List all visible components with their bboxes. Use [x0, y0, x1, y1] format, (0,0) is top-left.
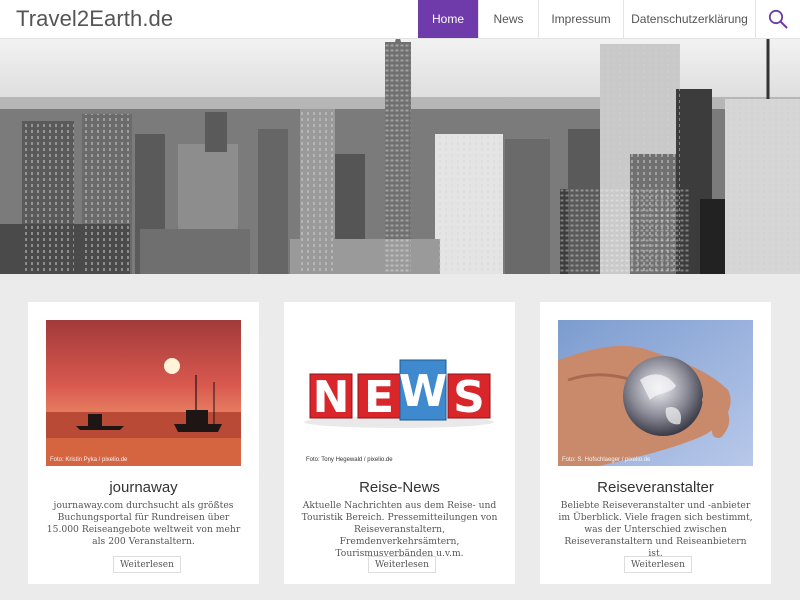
card-text: Beliebte Reiseveranstalter und -anbieter… — [558, 500, 753, 559]
card-image[interactable]: Foto: S. Hofschlaeger / pixelio.de — [558, 320, 753, 466]
card-text: journaway.com durchsucht als größtes Buc… — [46, 500, 241, 547]
nav-item-impressum[interactable]: Impressum — [538, 0, 623, 38]
card-reiseveranstalter: Foto: S. Hofschlaeger / pixelio.de Reise… — [540, 302, 771, 584]
glass-globe-hand-image — [558, 320, 753, 466]
image-credit: Foto: S. Hofschlaeger / pixelio.de — [562, 457, 651, 463]
card-text: Aktuelle Nachrichten aus dem Reise- und … — [301, 500, 498, 559]
site-title[interactable]: Travel2Earth.de — [16, 6, 173, 32]
search-icon — [768, 9, 788, 29]
sunset-sea-image — [46, 320, 241, 466]
card-image[interactable]: N E W S Foto: Tony Hegewald / pixelio.de — [302, 320, 497, 466]
card-reise-news: N E W S Foto: Tony Hegewald / pixelio.de… — [284, 302, 515, 584]
news-letter-n: N — [313, 372, 350, 423]
card-image[interactable]: Foto: Kristin Pyka / pixelio.de — [46, 320, 241, 466]
image-credit: Foto: Kristin Pyka / pixelio.de — [50, 457, 128, 463]
card-journaway: Foto: Kristin Pyka / pixelio.de journawa… — [28, 302, 259, 584]
card-title[interactable]: journaway — [28, 479, 259, 496]
nav-item-news[interactable]: News — [478, 0, 538, 38]
nav-item-home[interactable]: Home — [418, 0, 478, 38]
news-letter-w: W — [399, 366, 448, 417]
nav-item-datenschutzerklaerung[interactable]: Datenschutzerklärung — [623, 0, 755, 38]
search-button[interactable] — [755, 0, 800, 38]
news-letter-s: S — [453, 372, 485, 423]
main-nav: Home News Impressum Datenschutzerklärung — [418, 0, 800, 38]
news-letter-e: E — [364, 372, 394, 423]
card-title[interactable]: Reiseveranstalter — [540, 479, 771, 496]
news-letters-image: N E W S — [302, 320, 497, 466]
site-header: Travel2Earth.de Home News Impressum Date… — [0, 0, 800, 39]
read-more-button[interactable]: Weiterlesen — [113, 556, 181, 573]
hero-image — [0, 39, 800, 274]
card-title[interactable]: Reise-News — [284, 479, 515, 496]
read-more-button[interactable]: Weiterlesen — [624, 556, 692, 573]
read-more-button[interactable]: Weiterlesen — [368, 556, 436, 573]
image-credit: Foto: Tony Hegewald / pixelio.de — [306, 457, 393, 463]
city-skyline-image — [0, 39, 800, 274]
